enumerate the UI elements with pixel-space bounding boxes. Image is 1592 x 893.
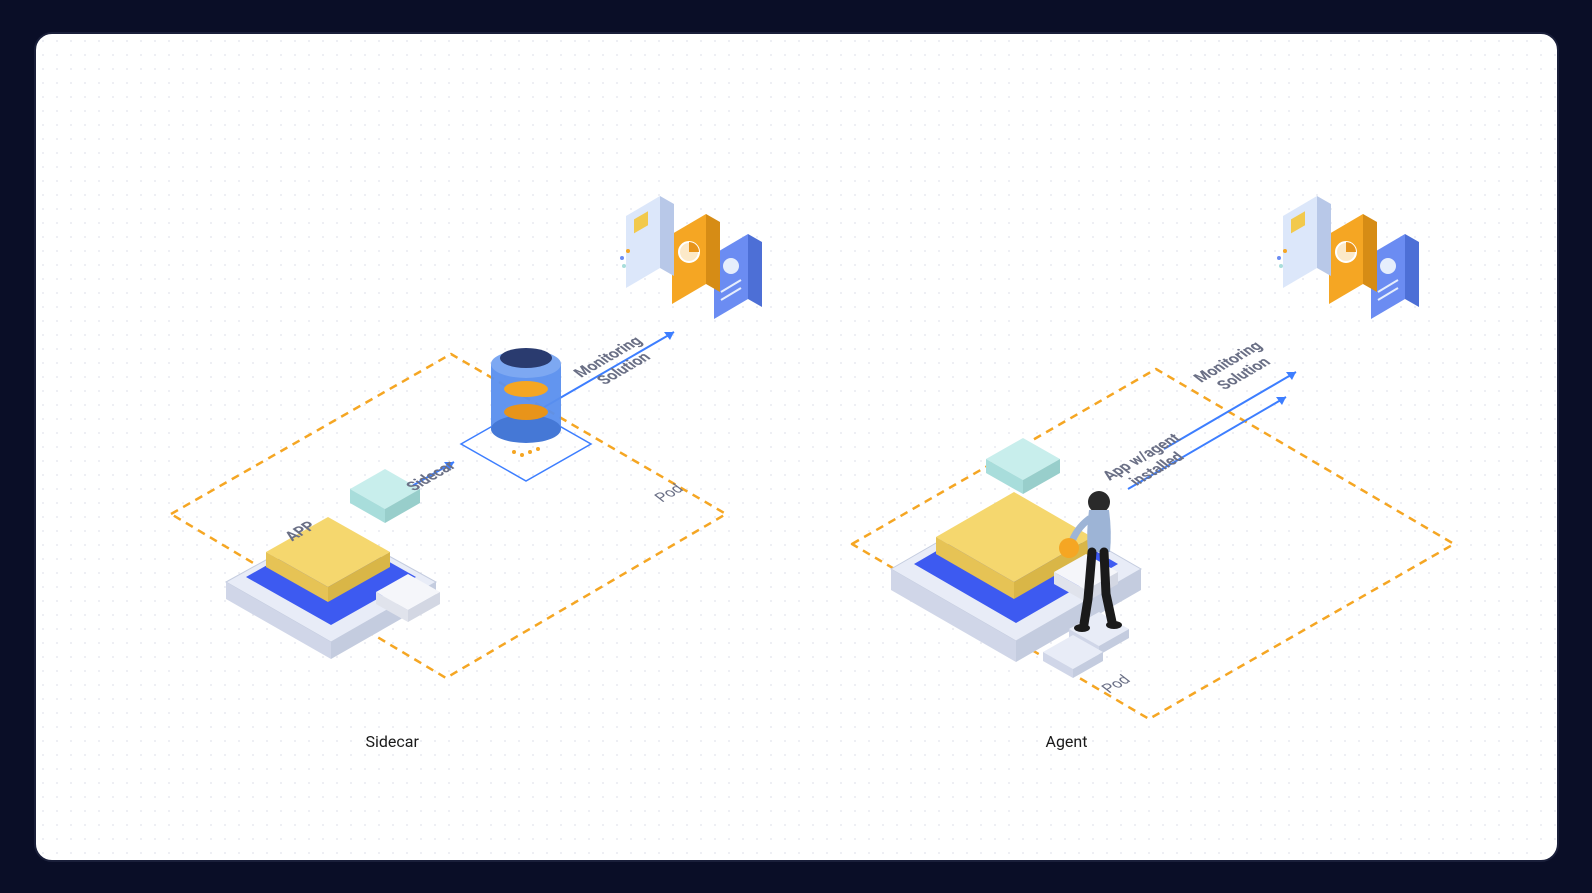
diagram-frame: APP Sidecar Monitoring Solution Pod [34,32,1559,862]
sidecar-diagram: APP Sidecar Monitoring Solution Pod [96,154,756,754]
agent-diagram: App w/agent installed Monitoring Solutio… [796,154,1496,754]
monitoring-cards-right [1277,196,1419,319]
pod-boundary-left [171,354,726,678]
sidecar-caption: Sidecar [366,732,419,751]
monitoring-cards-left [620,196,762,319]
agent-caption: Agent [1046,732,1088,751]
app-platform [226,469,440,659]
